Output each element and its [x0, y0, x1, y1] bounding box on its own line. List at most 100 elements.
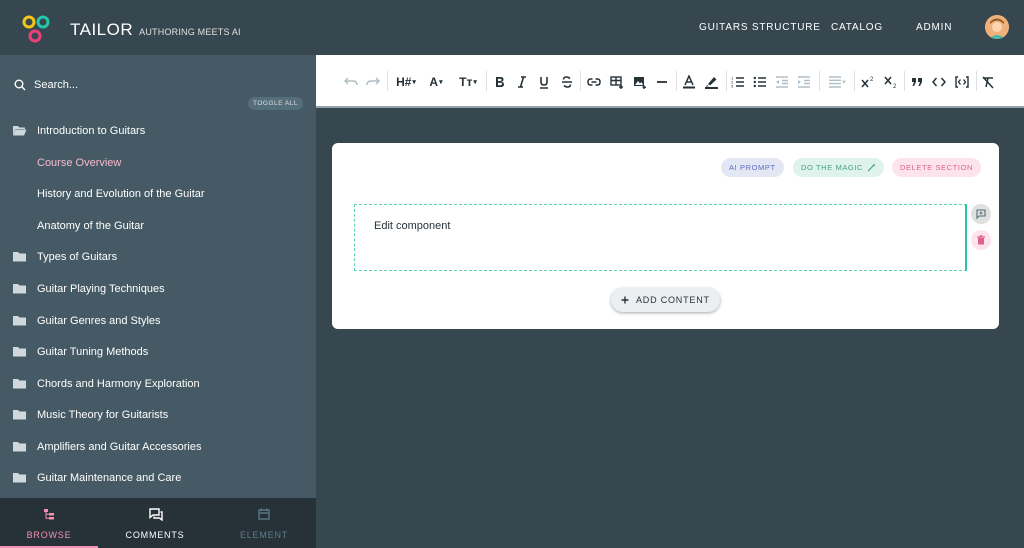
brand-tagline: AUTHORING MEETS AI [139, 27, 241, 37]
toolbar-divider [726, 71, 727, 91]
table-add-icon [610, 75, 623, 89]
outdent-icon [776, 76, 788, 88]
heading-dropdown[interactable]: H# ▾ [394, 72, 418, 92]
nav-admin[interactable]: ADMIN [916, 22, 952, 33]
comment-add-icon [976, 209, 986, 219]
delete-component-button[interactable] [971, 230, 991, 250]
comments-icon [149, 508, 163, 521]
dropdown-caret-icon: ▾ [473, 79, 477, 86]
tailor-logo-icon[interactable] [20, 14, 52, 44]
outdent-button[interactable] [773, 72, 791, 92]
subscript-icon: 2 [884, 76, 897, 89]
toggle-all-button[interactable]: TOGGLE ALL [248, 97, 303, 110]
undo-icon [344, 77, 358, 86]
nav-guitars-structure[interactable]: GUITARS STRUCTURE [699, 22, 821, 33]
search-input[interactable]: Search... [34, 79, 78, 91]
toolbar-divider [904, 71, 905, 91]
avatar-face-icon [985, 15, 1009, 39]
underline-icon [540, 76, 548, 89]
folder-icon [13, 410, 26, 420]
bold-icon [496, 77, 504, 87]
bullet-list-icon [753, 76, 766, 88]
code-button[interactable] [930, 72, 948, 92]
superscript-icon: 2 [861, 77, 874, 88]
text-color-icon [683, 75, 695, 89]
toolbar-divider [854, 71, 855, 91]
tab-label: COMMENTS [125, 530, 185, 540]
do-the-magic-button[interactable]: DO THE MAGIC [793, 158, 885, 177]
align-icon [829, 76, 842, 88]
quote-icon [912, 78, 922, 86]
text-color-button[interactable] [680, 72, 698, 92]
underline-button[interactable] [536, 72, 552, 92]
clear-formatting-button[interactable] [979, 72, 997, 92]
sidebar-tabs: BROWSE COMMENTS ELEMENT [0, 498, 316, 548]
brand-name: TAILOR [70, 20, 134, 39]
tab-browse[interactable]: BROWSE [0, 498, 98, 548]
font-size-dropdown[interactable]: A ▾ [424, 72, 448, 92]
heading-label: H# [396, 75, 412, 89]
folder-icon [13, 347, 26, 357]
redo-icon [366, 77, 380, 86]
redo-button[interactable] [364, 72, 382, 92]
toolbar-divider [976, 71, 977, 91]
toolbar-divider [486, 71, 487, 91]
highlight-button[interactable] [702, 72, 720, 92]
tab-element[interactable]: ELEMENT [215, 498, 313, 548]
tree-item-label: Course Overview [37, 157, 122, 169]
strikethrough-button[interactable] [559, 72, 575, 92]
superscript-button[interactable]: 2 [859, 72, 877, 92]
svg-text:3: 3 [731, 84, 734, 89]
undo-button[interactable] [342, 72, 360, 92]
tree-item-label: Chords and Harmony Exploration [37, 378, 200, 390]
user-avatar[interactable] [985, 15, 1009, 39]
search-box[interactable]: Search... [14, 79, 78, 91]
tree-item-label: Anatomy of the Guitar [37, 220, 144, 232]
nav-catalog[interactable]: CATALOG [831, 22, 883, 33]
insert-image-button[interactable] [631, 72, 649, 92]
tree-item-label: Guitar Genres and Styles [37, 315, 161, 327]
blockquote-button[interactable] [908, 72, 926, 92]
folder-open-icon [13, 126, 27, 136]
link-icon [587, 78, 601, 86]
folder-icon [13, 379, 26, 389]
italic-button[interactable] [514, 72, 530, 92]
sidebar: Search... TOGGLE ALL Introduction to Gui… [0, 55, 316, 498]
code-icon [932, 77, 946, 87]
ordered-list-button[interactable]: 123 [729, 72, 747, 92]
bullet-list-button[interactable] [751, 72, 769, 92]
tree-icon [44, 509, 54, 520]
tab-comments[interactable]: COMMENTS [106, 498, 204, 548]
code-block-button[interactable] [953, 72, 971, 92]
link-button[interactable] [585, 72, 603, 92]
dropdown-caret-icon: ▾ [412, 79, 416, 86]
ai-prompt-button[interactable]: AI PROMPT [721, 158, 784, 177]
font-size-label: A [429, 75, 439, 89]
trash-icon [977, 235, 985, 245]
add-content-button[interactable]: ADD CONTENT [611, 288, 720, 312]
folder-icon [13, 473, 26, 483]
tree-item-label: Introduction to Guitars [37, 125, 146, 137]
insert-table-button[interactable] [608, 72, 626, 92]
content-component[interactable]: Edit component [354, 204, 967, 271]
bold-button[interactable] [492, 72, 508, 92]
magic-wand-icon [867, 163, 876, 172]
text-style-dropdown[interactable]: Tт ▾ [456, 72, 480, 92]
tree-item-label: Types of Guitars [37, 251, 118, 263]
tree-item-label: Music Theory for Guitarists [37, 409, 169, 421]
toolbar-divider [580, 71, 581, 91]
tree-item-label: Guitar Maintenance and Care [37, 472, 182, 484]
delete-section-button[interactable]: DELETE SECTION [892, 158, 981, 177]
add-comment-button[interactable] [971, 204, 991, 224]
component-text[interactable]: Edit component [374, 220, 450, 232]
indent-button[interactable] [795, 72, 813, 92]
section-card: AI PROMPT DO THE MAGIC DELETE SECTION Ed… [332, 143, 999, 329]
tab-label: BROWSE [26, 530, 72, 540]
dropdown-caret-icon: ▾ [842, 79, 846, 86]
svg-text:2: 2 [870, 77, 874, 83]
horizontal-rule-button[interactable] [654, 72, 670, 92]
italic-icon [518, 76, 526, 88]
align-dropdown[interactable]: ▾ [824, 72, 850, 92]
subscript-button[interactable]: 2 [882, 72, 900, 92]
strikethrough-icon [562, 76, 572, 88]
